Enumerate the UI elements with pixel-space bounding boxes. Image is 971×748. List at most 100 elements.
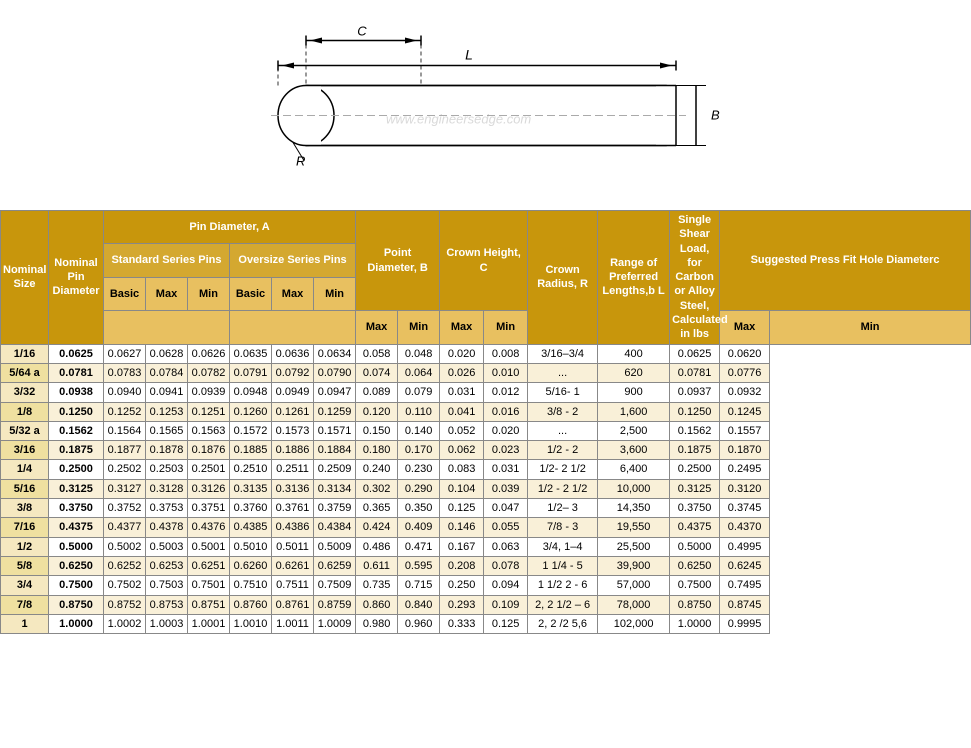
- table-cell: 10,000: [598, 479, 670, 498]
- table-cell: 0.7500: [49, 576, 104, 595]
- table-cell: 0.6252: [104, 556, 146, 575]
- table-cell: 0.3750: [49, 499, 104, 518]
- table-cell: 0.0932: [720, 383, 770, 402]
- table-cell: 0.4375: [670, 518, 720, 537]
- table-row: 1/20.50000.50020.50030.50010.50100.50110…: [1, 537, 971, 556]
- table-cell: 0.079: [398, 383, 440, 402]
- table-cell: 0.062: [440, 441, 484, 460]
- std-header-spacer: [104, 311, 230, 344]
- table-cell: 0.1250: [670, 402, 720, 421]
- table-cell: 0.058: [356, 344, 398, 363]
- table-cell: 0.5009: [314, 537, 356, 556]
- table-cell: 0.715: [398, 576, 440, 595]
- table-cell: 1 1/2 2 - 6: [528, 576, 598, 595]
- table-cell: 0.0625: [670, 344, 720, 363]
- table-cell: 0.2503: [146, 460, 188, 479]
- table-cell: 1: [1, 614, 49, 633]
- table-cell: 0.0941: [146, 383, 188, 402]
- table-cell: 0.0627: [104, 344, 146, 363]
- table-cell: 0.7510: [230, 576, 272, 595]
- table-cell: 0.094: [484, 576, 528, 595]
- table-row: 5/80.62500.62520.62530.62510.62600.62610…: [1, 556, 971, 575]
- table-cell: 0.1245: [720, 402, 770, 421]
- table-cell: 0.0940: [104, 383, 146, 402]
- table-cell: 0.7503: [146, 576, 188, 595]
- table-cell: 0.1252: [104, 402, 146, 421]
- table-cell: 0.1886: [272, 441, 314, 460]
- col-point-diam: Point Diameter, B: [356, 211, 440, 311]
- table-cell: 900: [598, 383, 670, 402]
- table-cell: 0.1877: [104, 441, 146, 460]
- table-cell: 0.3745: [720, 499, 770, 518]
- table-cell: 0.120: [356, 402, 398, 421]
- table-cell: 7/16: [1, 518, 49, 537]
- table-cell: 0.8750: [670, 595, 720, 614]
- table-cell: 0.0782: [188, 363, 230, 382]
- table-cell: 0.6250: [670, 556, 720, 575]
- table-cell: 0.9995: [720, 614, 770, 633]
- table-cell: 0.125: [484, 614, 528, 633]
- table-cell: 0.208: [440, 556, 484, 575]
- table-cell: 0.3761: [272, 499, 314, 518]
- table-cell: ...: [528, 363, 598, 382]
- pin-diagram: B L C R www.engineersedge.com: [186, 13, 786, 203]
- table-cell: 0.170: [398, 441, 440, 460]
- table-cell: 0.0636: [272, 344, 314, 363]
- table-cell: 5/64 a: [1, 363, 49, 382]
- table-cell: 1.0009: [314, 614, 356, 633]
- table-cell: 0.1573: [272, 421, 314, 440]
- table-cell: 0.230: [398, 460, 440, 479]
- table-cell: 0.3120: [720, 479, 770, 498]
- table-row: 11.00001.00021.00031.00011.00101.00111.0…: [1, 614, 971, 633]
- table-cell: 0.0784: [146, 363, 188, 382]
- table-cell: 0.026: [440, 363, 484, 382]
- table-cell: 1.0000: [670, 614, 720, 633]
- table-cell: 0.020: [484, 421, 528, 440]
- table-cell: 0.240: [356, 460, 398, 479]
- table-cell: 0.3125: [670, 479, 720, 498]
- table-cell: 0.2502: [104, 460, 146, 479]
- table-cell: 400: [598, 344, 670, 363]
- table-cell: 0.0634: [314, 344, 356, 363]
- table-cell: 0.7511: [272, 576, 314, 595]
- table-cell: 0.2509: [314, 460, 356, 479]
- table-cell: 0.1884: [314, 441, 356, 460]
- table-cell: 2, 2 /2 5,6: [528, 614, 598, 633]
- table-cell: 1/2 - 2: [528, 441, 598, 460]
- table-cell: 0.3125: [49, 479, 104, 498]
- col-press-fit: Suggested Press Fit Hole Diameterc: [720, 211, 971, 311]
- table-cell: 0.039: [484, 479, 528, 498]
- col-shear: Single Shear Load, for Carbon or Alloy S…: [670, 211, 720, 345]
- table-cell: 0.074: [356, 363, 398, 382]
- table-cell: 1.0010: [230, 614, 272, 633]
- table-cell: 0.6251: [188, 556, 230, 575]
- table-cell: 0.1563: [188, 421, 230, 440]
- table-cell: 0.1557: [720, 421, 770, 440]
- table-cell: 0.0626: [188, 344, 230, 363]
- table-cell: 0.1251: [188, 402, 230, 421]
- table-cell: 0.8752: [104, 595, 146, 614]
- table-cell: 0.0792: [272, 363, 314, 382]
- table-cell: 0.8759: [314, 595, 356, 614]
- table-cell: 0.365: [356, 499, 398, 518]
- table-cell: 2, 2 1/2 – 6: [528, 595, 598, 614]
- table-cell: 0.167: [440, 537, 484, 556]
- press-min-header: Min: [770, 311, 971, 344]
- table-cell: 0.1253: [146, 402, 188, 421]
- table-cell: 0.3750: [670, 499, 720, 518]
- table-cell: 0.1562: [49, 421, 104, 440]
- table-cell: 0.023: [484, 441, 528, 460]
- table-cell: 0.1261: [272, 402, 314, 421]
- std-max-header: Max: [146, 277, 188, 310]
- col-nominal-pin-diameter: Nominal Pin Diameter: [49, 211, 104, 345]
- table-cell: 19,550: [598, 518, 670, 537]
- table-cell: 1.0001: [188, 614, 230, 633]
- table-cell: 0.0620: [720, 344, 770, 363]
- table-cell: 0.1562: [670, 421, 720, 440]
- table-cell: 0.0625: [49, 344, 104, 363]
- table-row: 1/40.25000.25020.25030.25010.25100.25110…: [1, 460, 971, 479]
- over-min-header: Min: [314, 277, 356, 310]
- table-cell: 0.6261: [272, 556, 314, 575]
- svg-text:L: L: [465, 46, 473, 62]
- table-cell: 0.4375: [49, 518, 104, 537]
